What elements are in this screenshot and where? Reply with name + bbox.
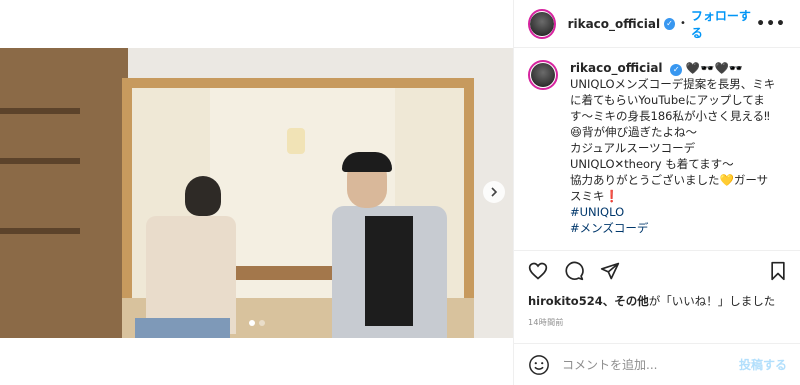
likes-summary: hirokito524、その他が「いいね！」しました [528, 293, 787, 309]
share-icon[interactable] [600, 261, 620, 281]
carousel-dot [248, 320, 255, 326]
carousel-dot [258, 320, 265, 326]
shelf [0, 158, 80, 164]
caption-line: に着てもらいYouTubeにアップしてま [570, 93, 765, 107]
avatar-image [531, 63, 555, 87]
chandelier [287, 128, 305, 154]
avatar[interactable] [528, 8, 556, 39]
caption-line: 😆背が伸び過ぎたよね〜 [570, 125, 697, 139]
caption-line: UNIQLOメンズコーデ提案を長男、ミキ [570, 77, 776, 91]
avatar[interactable] [528, 60, 558, 90]
chevron-right-icon [491, 187, 498, 197]
caption-line: スミキ❗ [570, 189, 619, 203]
likes-others-link[interactable]: 、その他 [603, 294, 649, 308]
shelf [0, 228, 80, 234]
header-username[interactable]: rikaco_official [568, 17, 661, 31]
bookmark-icon[interactable] [769, 261, 787, 281]
follow-button[interactable]: フォローする [691, 7, 756, 41]
comment-icon[interactable] [564, 261, 584, 281]
man-shirt [365, 216, 413, 326]
post-photo[interactable] [0, 48, 513, 338]
left-cabinet [0, 48, 128, 338]
post-header: rikaco_official ✓ • フォローする ••• [514, 0, 800, 48]
caption-username[interactable]: rikaco_official [570, 61, 663, 75]
next-slide-button[interactable] [483, 181, 505, 203]
action-icons [528, 261, 787, 281]
heart-icon[interactable] [528, 261, 548, 281]
caption-line: す〜ミキの身長186私が小さく見える‼ [570, 109, 770, 123]
more-options-icon[interactable]: ••• [756, 16, 786, 32]
post-timestamp[interactable]: 14時間前 [528, 317, 787, 328]
caption-emoji: 🖤🕶️🖤🕶️ [685, 61, 744, 75]
caption-first-line: rikaco_official ✓ 🖤🕶️🖤🕶️ [570, 60, 787, 76]
emoji-icon[interactable] [528, 354, 550, 376]
likes-suffix: が「いいね！」しました [648, 294, 776, 308]
caption-line: 協力ありがとうございました💛ガーサ [570, 173, 769, 187]
caption-text: rikaco_official ✓ 🖤🕶️🖤🕶️ UNIQLOメンズコーデ提案を… [570, 60, 787, 236]
post-side-panel: rikaco_official ✓ • フォローする ••• rikaco_of… [513, 0, 800, 385]
post-comment-button[interactable]: 投稿する [739, 356, 787, 373]
woman-head [185, 176, 221, 216]
post-actions: hirokito524、その他が「いいね！」しました 14時間前 [514, 250, 800, 328]
verified-icon: ✓ [670, 64, 683, 76]
hashtag-link[interactable]: #UNIQLO [570, 204, 787, 220]
verified-icon: ✓ [664, 17, 675, 30]
caption-line: カジュアルスーツコーデ [570, 141, 696, 155]
caption: rikaco_official ✓ 🖤🕶️🖤🕶️ UNIQLOメンズコーデ提案を… [514, 60, 800, 236]
shelf [0, 108, 80, 114]
liker-username[interactable]: hirokito524 [528, 294, 603, 308]
carousel-dots [0, 320, 513, 326]
separator: • [679, 18, 686, 29]
man-cap [342, 152, 392, 172]
hashtag-link[interactable]: #メンズコーデ [570, 220, 787, 236]
caption-line: UNIQLO✕theory も着てます〜 [570, 157, 734, 171]
avatar-image [530, 11, 554, 36]
woman-figure [146, 216, 236, 334]
comment-input[interactable] [562, 357, 739, 372]
comment-bar: 投稿する [514, 343, 800, 385]
